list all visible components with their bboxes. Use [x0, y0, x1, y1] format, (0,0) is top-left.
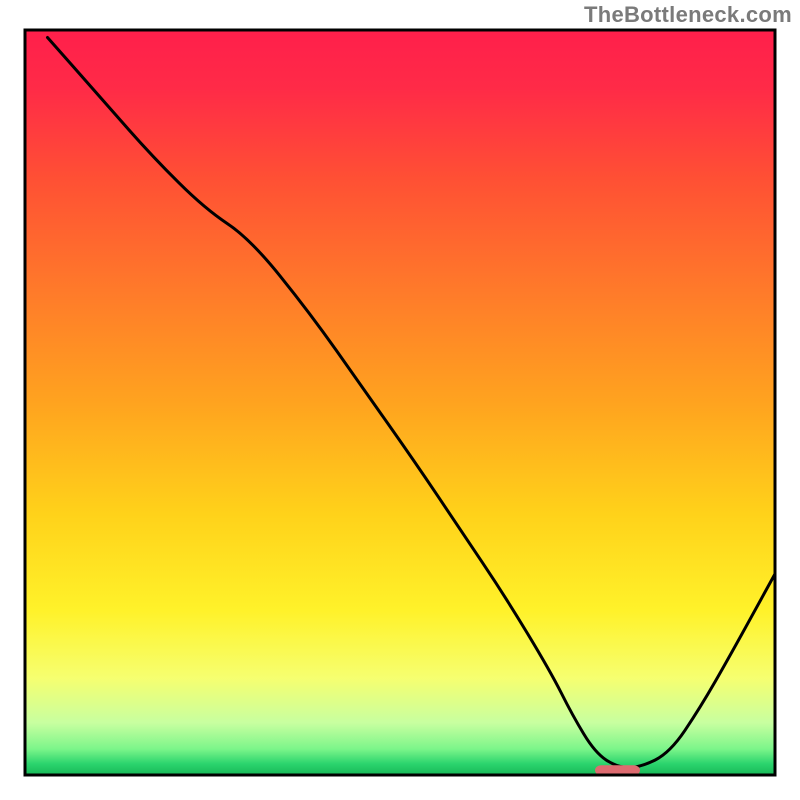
chart-svg [0, 0, 800, 800]
chart-stage: TheBottleneck.com [0, 0, 800, 800]
plot-area [25, 30, 775, 775]
watermark-text: TheBottleneck.com [584, 2, 792, 28]
